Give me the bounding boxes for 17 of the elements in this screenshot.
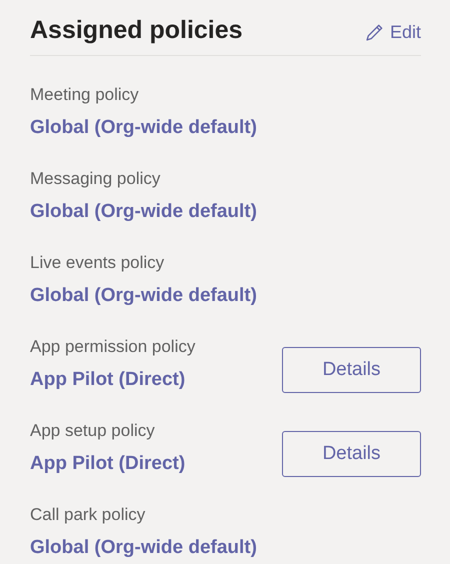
policy-value: Global (Org-wide default) [30,201,258,223]
policy-label: App permission policy [30,337,196,357]
policy-label: Live events policy [30,253,166,273]
policy-label: Meeting policy [30,85,140,105]
section-title: Assigned policies [30,15,243,46]
pencil-icon [364,22,384,42]
policy-label: App setup policy [30,421,156,441]
policy-value: Global (Org-wide default) [30,285,258,307]
policy-value: App Pilot (Direct) [30,369,186,391]
policy-value: App Pilot (Direct) [30,453,186,475]
policy-label: Call park policy [30,505,146,525]
details-button[interactable]: Details [282,347,421,393]
policy-value: Global (Org-wide default) [30,537,258,559]
policy-label: Messaging policy [30,169,162,189]
edit-link[interactable]: Edit [364,18,421,42]
policy-value: Global (Org-wide default) [30,117,258,139]
details-button[interactable]: Details [282,431,421,477]
